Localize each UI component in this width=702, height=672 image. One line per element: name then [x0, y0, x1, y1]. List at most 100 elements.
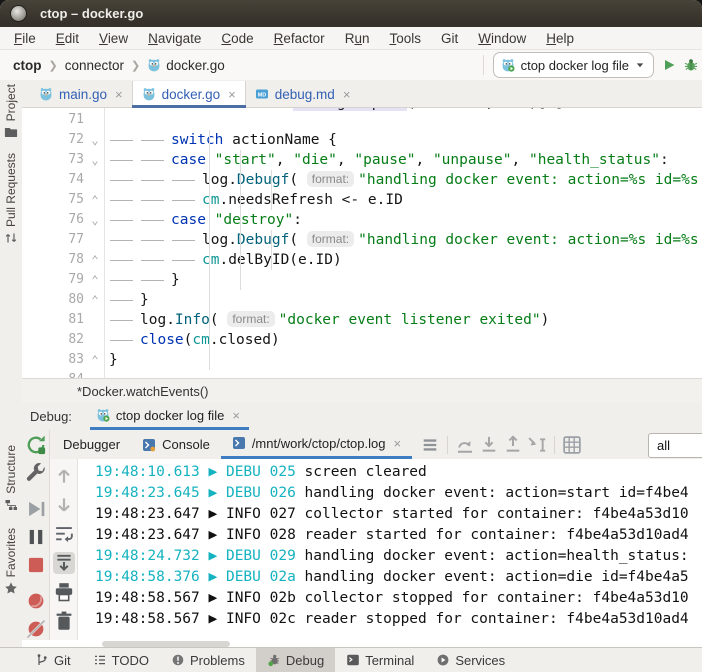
tab-whitespace	[109, 270, 140, 290]
fold-marker-icon[interactable]: ⌄	[86, 130, 105, 150]
breadcrumb-item-connector[interactable]: connector	[65, 58, 124, 73]
mute-breakpoints-button[interactable]	[25, 590, 47, 612]
menu-item-window[interactable]: Window	[468, 31, 536, 46]
pause-button[interactable]	[25, 526, 47, 548]
debug-session-tab[interactable]: ctop docker log file ×	[90, 403, 249, 430]
view-breakpoints-button[interactable]	[25, 618, 47, 640]
code-line: 80⌃}	[22, 290, 702, 310]
status-item-git[interactable]: Git	[24, 648, 82, 672]
menu-item-view[interactable]: View	[89, 31, 138, 46]
stop-button[interactable]	[25, 554, 47, 576]
breadcrumb-item-ctop[interactable]: ctop	[13, 58, 42, 73]
status-bar: GitTODOProblemsDebugTerminalServices	[0, 647, 702, 672]
debug-view-tab--mnt-work-ctop-ctop-log[interactable]: /mnt/work/ctop/ctop.log×	[221, 430, 412, 459]
breadcrumb-item-docker.go[interactable]: docker.go	[147, 58, 225, 73]
code-line: 71	[22, 110, 702, 130]
stripe-tab-pull-requests[interactable]: Pull Requests	[4, 153, 18, 245]
menu-item-refactor[interactable]: Refactor	[264, 31, 335, 46]
hamburger-menu-button[interactable]	[419, 434, 441, 456]
code-token: ,	[415, 152, 432, 168]
window-control-button[interactable]	[10, 5, 27, 22]
log-level: INFO 02c	[226, 611, 296, 627]
run-configuration-select[interactable]: ctop docker log file	[493, 52, 654, 78]
grid-view-button[interactable]	[561, 434, 583, 456]
menu-item-help[interactable]: Help	[536, 31, 584, 46]
code-token: case	[171, 212, 206, 228]
code-editor[interactable]: 70actionName := strings.Split(e.Action, …	[22, 108, 702, 378]
code-token: Info	[175, 312, 210, 328]
log-level: INFO 027	[226, 506, 296, 522]
menu-item-file[interactable]: File	[4, 31, 46, 46]
code-token: cm	[202, 252, 219, 268]
log-arrow: ▶	[200, 464, 226, 480]
status-item-todo[interactable]: TODO	[82, 648, 160, 672]
log-console-output[interactable]: 19:48:10.613 ▶ DEBU 025 screen cleared 19…	[78, 459, 702, 640]
fold-marker-icon[interactable]: ⌃	[86, 250, 105, 270]
fold-marker-icon[interactable]: ⌃	[86, 290, 105, 310]
clear-trash-button[interactable]	[53, 610, 75, 632]
line-number: 72	[22, 130, 86, 150]
fold-marker-icon[interactable]: ⌄	[86, 150, 105, 170]
fold-marker-icon[interactable]: ⌃	[86, 350, 105, 370]
log-filter-select[interactable]: all	[648, 433, 702, 458]
code-token: format:	[307, 231, 354, 247]
arrow-up-button[interactable]	[53, 465, 75, 487]
soft-wrap-button[interactable]	[53, 523, 75, 545]
log-row: 19:48:10.613 ▶ DEBU 025 screen cleared	[78, 462, 702, 483]
code-line: 78⌃cm.delByID(e.ID)	[22, 250, 702, 270]
close-icon[interactable]: ×	[393, 436, 401, 451]
code-text	[105, 110, 702, 130]
log-message: collector stopped for container: f4be4a5…	[296, 590, 689, 606]
log-row: 19:48:23.647 ▶ INFO 027 collector starte…	[78, 504, 702, 525]
editor-tab-main.go[interactable]: main.go×	[30, 81, 132, 107]
menu-item-git[interactable]: Git	[431, 31, 468, 46]
tab-whitespace	[171, 190, 202, 210]
editor-tab-debug.md[interactable]: MDdebug.md×	[246, 81, 360, 107]
close-icon[interactable]: ×	[228, 87, 236, 102]
scroll-to-end-button[interactable]	[53, 552, 75, 574]
close-icon[interactable]: ×	[343, 87, 351, 102]
status-item-problems[interactable]: Problems	[160, 648, 256, 672]
arrow-down-button[interactable]	[53, 494, 75, 516]
code-line: 84	[22, 370, 702, 378]
stripe-tab-structure[interactable]: Structure	[4, 445, 18, 512]
tab-whitespace	[109, 310, 140, 330]
menu-item-run[interactable]: Run	[335, 31, 380, 46]
log-timestamp: 19:48:23.647	[95, 527, 200, 543]
close-icon[interactable]: ×	[232, 408, 240, 423]
line-number: 78	[22, 250, 86, 270]
menu-item-tools[interactable]: Tools	[379, 31, 431, 46]
line-number: 73	[22, 150, 86, 170]
editor-tab-docker.go[interactable]: docker.go×	[132, 81, 246, 107]
log-level: INFO 028	[226, 527, 296, 543]
menu-item-edit[interactable]: Edit	[46, 31, 89, 46]
status-item-services[interactable]: Services	[425, 648, 516, 672]
status-item-debug[interactable]: Debug	[256, 648, 335, 672]
debug-button[interactable]	[684, 58, 698, 72]
tab-whitespace	[109, 210, 140, 230]
svg-text:MD: MD	[258, 93, 266, 99]
stripe-tab-favorites[interactable]: Favorites	[4, 528, 18, 595]
tab-whitespace	[140, 210, 171, 230]
debug-view-tab-debugger[interactable]: Debugger	[52, 430, 131, 459]
resume-button[interactable]	[25, 498, 47, 520]
up-from-line-button[interactable]	[502, 434, 524, 456]
log-message: handling docker event: action=start id=f…	[296, 485, 689, 501]
status-item-terminal[interactable]: Terminal	[335, 648, 425, 672]
close-icon[interactable]: ×	[115, 87, 123, 102]
run-button[interactable]	[662, 58, 676, 72]
menu-item-code[interactable]: Code	[211, 31, 263, 46]
menu-item-navigate[interactable]: Navigate	[138, 31, 211, 46]
fold-marker-icon[interactable]: ⌃	[86, 190, 105, 210]
settings-wrench-button[interactable]	[25, 462, 47, 484]
debug-view-tab-console[interactable]: Console	[131, 430, 221, 459]
print-button[interactable]	[53, 581, 75, 603]
stripe-tab-project[interactable]: Project	[4, 84, 18, 139]
code-text: }	[105, 290, 702, 310]
skip-to-next-button[interactable]	[454, 434, 476, 456]
fold-marker-icon[interactable]: ⌄	[86, 210, 105, 230]
down-to-line-button[interactable]	[478, 434, 500, 456]
follow-cursor-button[interactable]	[526, 434, 548, 456]
rerun-button[interactable]	[25, 434, 47, 456]
fold-marker-icon[interactable]: ⌃	[86, 270, 105, 290]
